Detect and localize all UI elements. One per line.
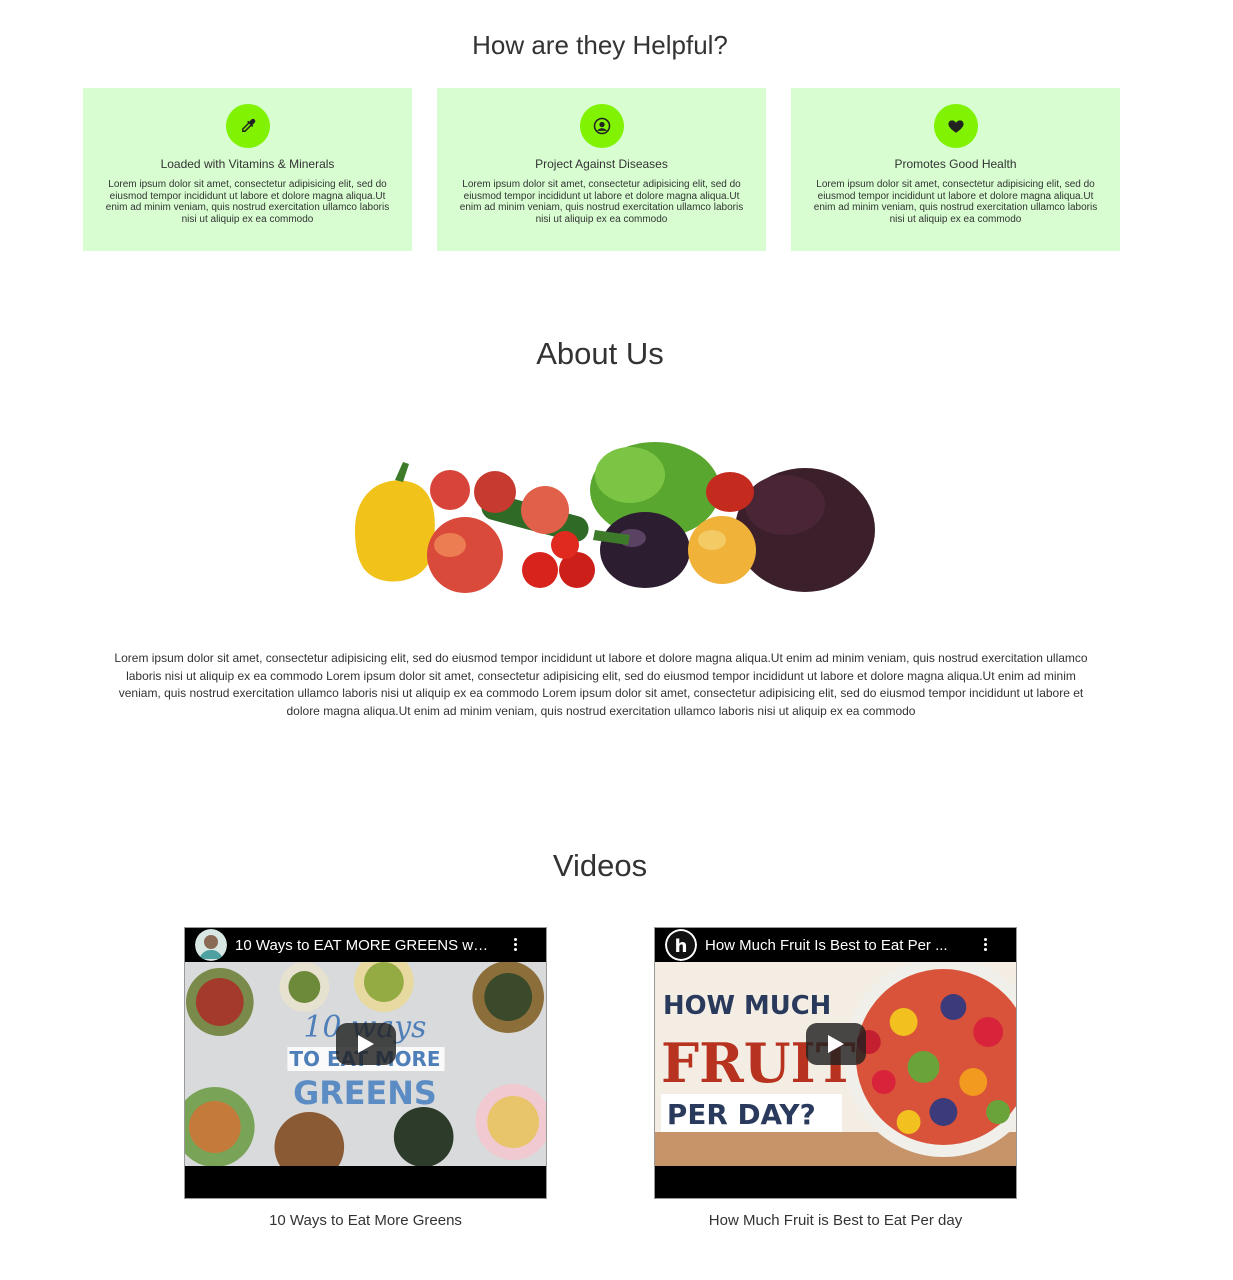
thumb-text-line3: PER DAY?: [667, 1098, 816, 1131]
heart-icon: [933, 104, 978, 148]
about-text: Lorem ipsum dolor sit amet, consectetur …: [114, 651, 1088, 718]
channel-avatar[interactable]: h: [665, 929, 697, 961]
about-section-title: About Us: [536, 336, 664, 371]
card-title: Loaded with Vitamins & Minerals: [160, 157, 335, 171]
eyedropper-icon: [225, 104, 270, 148]
benefit-card-vitamins: Loaded with Vitamins & Minerals Lorem ip…: [83, 88, 412, 251]
card-title: Project Against Diseases: [535, 157, 668, 171]
benefit-card-diseases: Project Against Diseases Lorem ipsum dol…: [437, 88, 766, 251]
play-button[interactable]: [335, 1023, 396, 1065]
video-header: 10 Ways to EAT MORE GREENS wit...: [185, 928, 546, 962]
more-options-icon[interactable]: [514, 938, 518, 951]
video-caption: How Much Fruit is Best to Eat Per day: [708, 1212, 963, 1229]
card-text: Lorem ipsum dolor sit amet, consectetur …: [813, 179, 1098, 225]
card-title: Promotes Good Health: [894, 157, 1017, 171]
videos-section-title: Videos: [552, 848, 648, 883]
benefit-card-health: Promotes Good Health Lorem ipsum dolor s…: [791, 88, 1120, 251]
vegetables-image: [355, 442, 875, 593]
channel-logo-letter: h: [675, 936, 688, 957]
video-header: h How Much Fruit Is Best to Eat Per ...: [655, 928, 1016, 962]
card-text: Lorem ipsum dolor sit amet, consectetur …: [105, 179, 390, 225]
video-embed-greens[interactable]: 10 ways TO EAT MORE GREENS 10 Ways to EA…: [184, 927, 547, 1199]
video-title[interactable]: 10 Ways to EAT MORE GREENS wit...: [235, 937, 490, 954]
user-circle-icon: [579, 104, 624, 148]
card-text: Lorem ipsum dolor sit amet, consectetur …: [459, 179, 744, 225]
more-options-icon[interactable]: [984, 938, 988, 951]
video-embed-fruit[interactable]: HOW MUCH FRUIT PER DAY? h How Much Fruit…: [654, 927, 1017, 1199]
play-icon: [357, 1035, 374, 1053]
channel-avatar[interactable]: [195, 929, 227, 961]
thumb-text-line1: HOW MUCH: [663, 991, 831, 1021]
video-title[interactable]: How Much Fruit Is Best to Eat Per ...: [705, 937, 948, 954]
helpful-section-title: How are they Helpful?: [472, 30, 728, 60]
play-button[interactable]: [805, 1023, 866, 1065]
video-caption: 10 Ways to Eat More Greens: [269, 1212, 462, 1229]
play-icon: [827, 1035, 844, 1053]
thumb-text-line3: GREENS: [293, 1074, 437, 1112]
